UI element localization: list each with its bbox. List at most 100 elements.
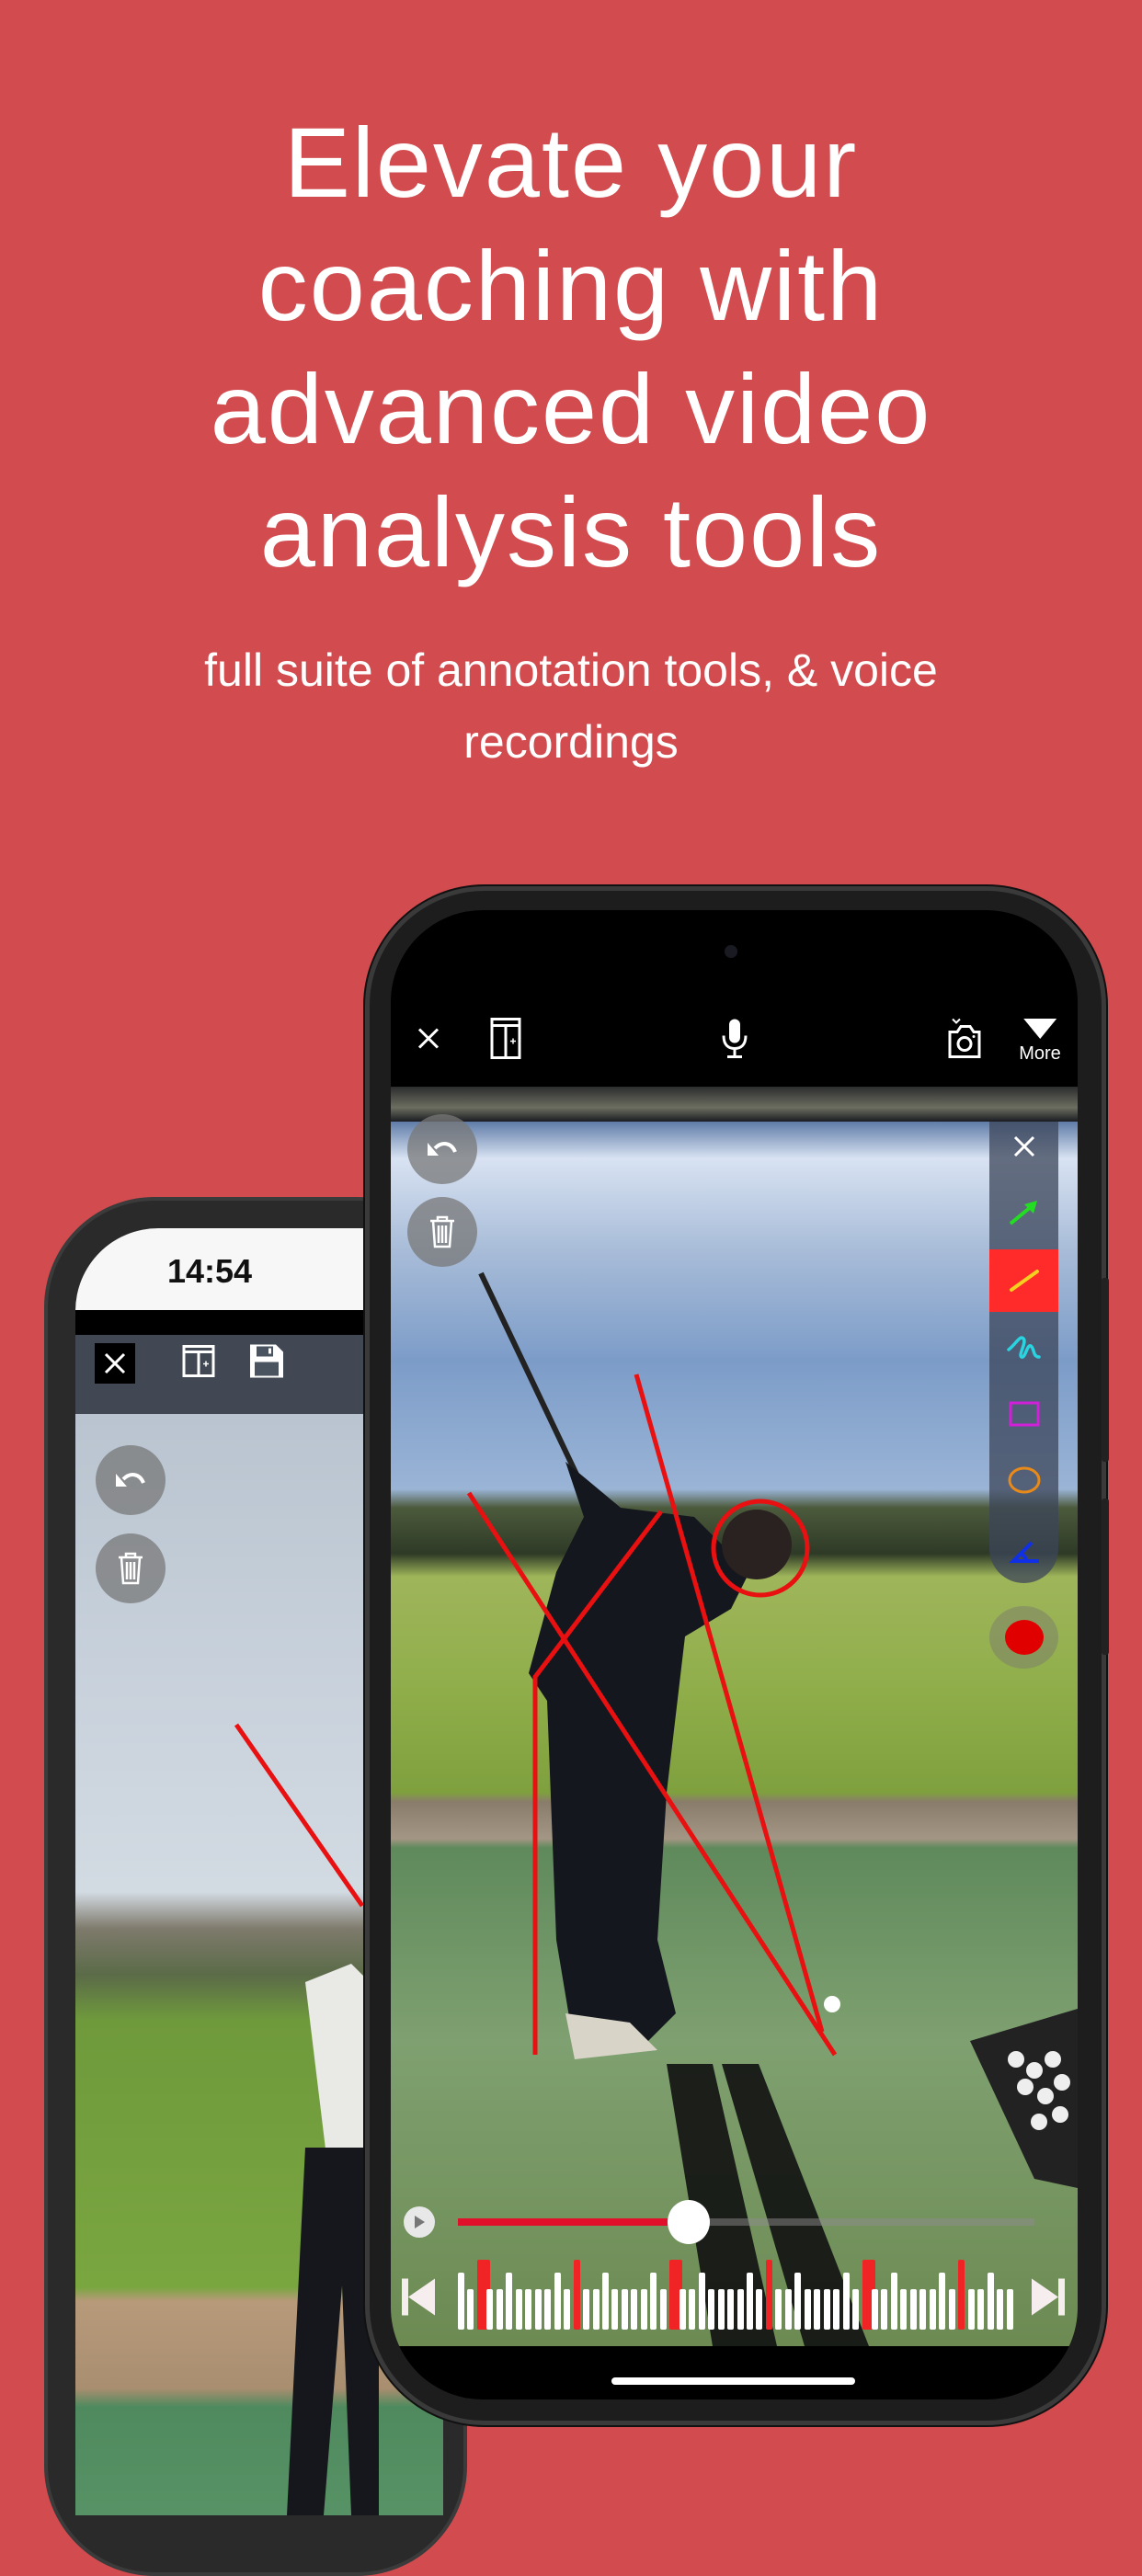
timeline-tick[interactable] [631,2289,638,2330]
timeline-tick[interactable] [929,2289,936,2330]
timeline-marker[interactable] [765,2260,772,2330]
timeline-tick[interactable] [515,2289,522,2330]
timeline-tick[interactable] [900,2289,908,2330]
frame-timeline[interactable] [458,2260,1016,2333]
timeline-tick[interactable] [544,2289,552,2330]
annotation-palette [989,1122,1058,1583]
rectangle-tool[interactable] [989,1383,1058,1445]
timeline-tick[interactable] [804,2289,811,2330]
timeline-tick[interactable] [679,2289,686,2330]
playback-knob[interactable] [667,2200,710,2244]
timeline-tick[interactable] [890,2273,897,2330]
headline-line: Elevate your [283,107,859,218]
timeline-tick[interactable] [727,2289,735,2330]
angle-tool[interactable] [989,1523,1058,1586]
timeline-tick[interactable] [746,2273,753,2330]
timeline-tick[interactable] [554,2273,561,2330]
timeline-tick[interactable] [601,2273,609,2330]
timeline-tick[interactable] [486,2289,494,2330]
timeline-tick[interactable] [708,2289,715,2330]
timeline-tick[interactable] [659,2289,667,2330]
line-icon [1009,1270,1039,1292]
annotation-line [234,1723,365,1908]
timeline-tick[interactable] [919,2289,927,2330]
skip-forward-button[interactable] [1030,2278,1065,2320]
timeline-tick[interactable] [467,2289,474,2330]
home-indicator[interactable] [611,2377,855,2385]
side-button [1102,1278,1109,1462]
trash-icon [430,1215,454,1248]
timeline-tick[interactable] [939,2273,946,2330]
undo-icon [428,1142,457,1156]
freehand-icon [1006,1336,1041,1359]
timeline-tick[interactable] [564,2289,571,2330]
ball-basket [970,2009,1078,2188]
timeline-tick[interactable] [784,2289,792,2330]
timeline-tick[interactable] [698,2273,705,2330]
play-button[interactable] [404,2206,435,2238]
timeline-tick[interactable] [534,2289,542,2330]
record-icon [1004,1620,1044,1655]
timeline-tick[interactable] [689,2289,696,2330]
timeline-tick[interactable] [756,2289,763,2330]
skip-forward-icon [1032,2278,1065,2316]
timeline-tick[interactable] [458,2273,464,2330]
timeline-tick[interactable] [496,2289,503,2330]
headline: Elevate your coaching with advanced vide… [0,101,1142,594]
golf-club [478,1271,582,1482]
timeline-tick[interactable] [611,2289,619,2330]
close-icon [1013,1135,1034,1157]
play-icon [415,2216,425,2228]
timeline-tick[interactable] [977,2289,985,2330]
freehand-tool[interactable] [989,1316,1058,1378]
video-overlay [466,1271,1078,2346]
timeline-tick[interactable] [775,2289,782,2330]
timeline-tick[interactable] [823,2289,830,2330]
headline-line: advanced video [210,353,932,464]
timeline-tick[interactable] [842,2273,850,2330]
headline-line: analysis tools [259,476,883,587]
skip-back-button[interactable] [402,2278,437,2320]
undo-button[interactable] [407,1114,477,1184]
front-phone-screen: More [391,910,1078,2399]
arrow-tool[interactable] [989,1181,1058,1244]
timeline-tick[interactable] [814,2289,821,2330]
timeline-tick[interactable] [909,2289,917,2330]
timeline-tick[interactable] [717,2289,725,2330]
subtitle-line: full suite of annotation tools, & voice [204,644,938,696]
playback-slider[interactable] [458,2200,1034,2244]
golf-ball [824,1996,840,2012]
circle-tool[interactable] [989,1449,1058,1511]
timeline-tick[interactable] [794,2273,802,2330]
subtitle-line: recordings [463,716,679,768]
timeline-tick[interactable] [621,2289,628,2330]
palette-close-button[interactable] [989,1115,1058,1178]
side-button [1102,1499,1109,1655]
subtitle: full suite of annotation tools, & voice … [110,634,1032,778]
timeline-tick[interactable] [650,2273,657,2330]
timeline-tick[interactable] [967,2289,975,2330]
timeline-tick[interactable] [583,2289,590,2330]
headline-line: coaching with [257,230,885,341]
timeline-tick[interactable] [1006,2289,1013,2330]
timeline-tick[interactable] [987,2273,994,2330]
line-tool-selected[interactable] [989,1249,1058,1312]
trash-button[interactable] [407,1197,477,1267]
timeline-tick[interactable] [881,2289,888,2330]
timeline-tick[interactable] [948,2289,955,2330]
timeline-marker[interactable] [958,2260,965,2330]
timeline-tick[interactable] [997,2289,1004,2330]
timeline-tick[interactable] [737,2289,744,2330]
timeline-tick[interactable] [640,2289,647,2330]
arrow-icon [1009,1201,1037,1225]
timeline-tick[interactable] [872,2289,879,2330]
timeline-tick[interactable] [506,2273,513,2330]
timeline-tick[interactable] [833,2289,840,2330]
circle-icon [1008,1466,1040,1494]
timeline-marker[interactable] [573,2260,580,2330]
record-button[interactable] [989,1606,1058,1669]
timeline-tick[interactable] [525,2289,532,2330]
timeline-tick[interactable] [852,2289,860,2330]
playback-progress [458,2218,689,2226]
timeline-tick[interactable] [592,2289,600,2330]
